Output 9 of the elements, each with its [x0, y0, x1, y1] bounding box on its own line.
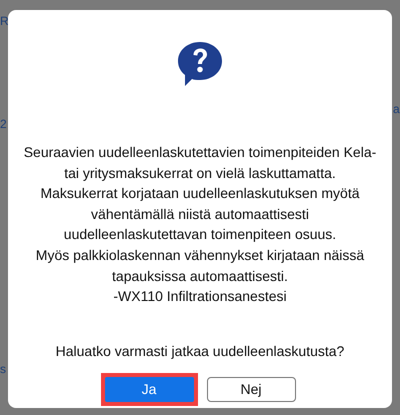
- cancel-button[interactable]: Nej: [206, 376, 296, 402]
- question-bubble-icon: [176, 40, 224, 88]
- confirm-button[interactable]: Ja: [104, 376, 194, 402]
- question-text: Haluatko varmasti jatkaa uudelleenlaskutusta?: [56, 342, 344, 359]
- backdrop-text: s: [0, 362, 6, 376]
- backdrop-text: a: [393, 102, 400, 116]
- backdrop-text: 2: [0, 117, 7, 131]
- message-text: Seuraavien uudelleenlaskutettavien toimenpiteiden Kela- tai yritysmaksukerrat on vielä laskuttamatta. Maksukerrat korjataan uudelleenlaskutuksen myötä vähentämällä niistä automaattisesti uudelleenlaskutettavan toimenpiteen osuus. Myös palkkiolaskennan vähennykset kirjataan näissä tapauksissa automaattisesti. -WX110 Infiltrationsanestesi: [24, 143, 376, 306]
- backdrop-text: R: [0, 14, 9, 28]
